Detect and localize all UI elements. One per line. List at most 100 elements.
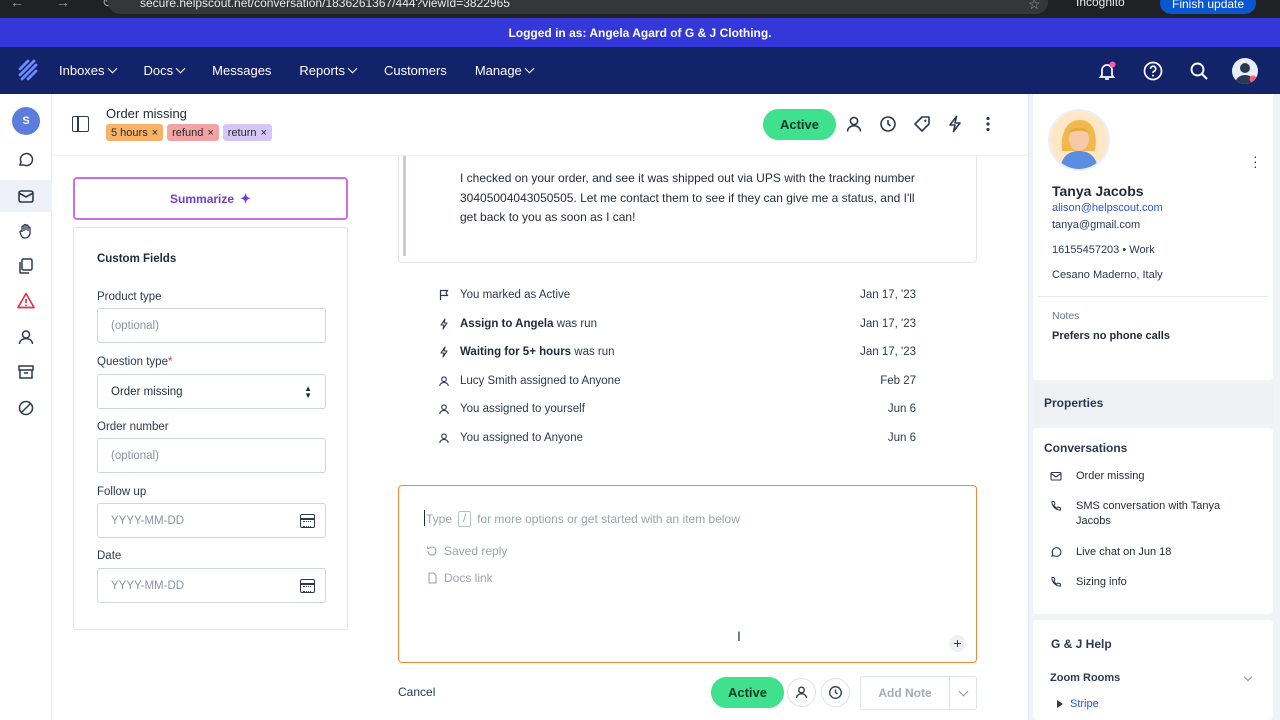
- conversation-link[interactable]: Live chat on Jun 18: [1050, 545, 1236, 560]
- customer-email-secondary[interactable]: tanya@gmail.com: [1052, 219, 1140, 231]
- person-icon[interactable]: [16, 327, 36, 347]
- date-input[interactable]: YYYY-MM-DD: [97, 568, 326, 603]
- help-app-title: G & J Help: [1051, 637, 1112, 651]
- tag-5-hours[interactable]: 5 hours ×: [106, 124, 164, 141]
- assign-button[interactable]: [787, 678, 816, 707]
- add-note-button[interactable]: Add Note: [860, 676, 950, 710]
- chevron-down-icon: [347, 63, 358, 74]
- docs-link-option[interactable]: Docs link: [426, 571, 493, 585]
- nav-inboxes[interactable]: Inboxes: [59, 63, 117, 78]
- phone-icon: [1051, 501, 1061, 511]
- zoom-rooms-header[interactable]: Zoom Rooms: [1050, 672, 1120, 684]
- bell-icon[interactable]: [1096, 60, 1118, 82]
- customer-email-primary[interactable]: alison@helpscout.com: [1052, 202, 1163, 214]
- more-options-icon[interactable]: [978, 114, 998, 134]
- reply-editor[interactable]: Type / for more options or get started wit…: [398, 485, 977, 663]
- hand-icon[interactable]: [16, 221, 36, 241]
- message-card: I checked on your order, and see it was …: [398, 156, 977, 263]
- remove-tag-icon[interactable]: ×: [261, 127, 267, 139]
- calendar-icon[interactable]: [300, 579, 315, 593]
- person-icon: [439, 376, 449, 386]
- stripe-link[interactable]: Stripe: [1057, 698, 1099, 710]
- finish-update-button[interactable]: Finish update: [1160, 0, 1257, 14]
- nav-reports[interactable]: Reports: [299, 63, 358, 78]
- order-number-input[interactable]: (optional): [97, 438, 326, 473]
- activity-row: Lucy Smith assigned to Anyone Feb 27: [438, 367, 916, 396]
- custom-fields-panel: Custom Fields Product type (optional) Qu…: [73, 227, 348, 630]
- editor-placeholder: Type / for more options or get started wit…: [426, 511, 740, 527]
- bolt-icon: [440, 346, 448, 358]
- bolt-icon: [440, 318, 448, 330]
- add-attachment-plus-icon[interactable]: +: [949, 635, 966, 652]
- message-body: I checked on your order, and see it was …: [460, 171, 915, 224]
- help-icon[interactable]: [1142, 60, 1164, 82]
- spam-icon[interactable]: [16, 398, 36, 418]
- conversation-link[interactable]: Sizing info: [1050, 575, 1236, 590]
- snooze-button[interactable]: [821, 678, 850, 707]
- phone-icon: [1051, 577, 1061, 587]
- status-button[interactable]: Active: [763, 109, 836, 140]
- archive-icon[interactable]: [16, 362, 36, 382]
- conversation-link[interactable]: SMS conversation with Tanya Jacobs: [1050, 499, 1236, 529]
- tag-return[interactable]: return ×: [222, 124, 272, 141]
- nav-messages[interactable]: Messages: [212, 63, 271, 78]
- product-type-input[interactable]: (optional): [97, 308, 326, 343]
- summarize-button[interactable]: Summarize ✦: [73, 177, 348, 220]
- nav-manage[interactable]: Manage: [475, 63, 535, 78]
- assign-person-icon[interactable]: [844, 114, 864, 134]
- user-avatar-icon: [1235, 62, 1257, 84]
- sidebar-toggle-icon[interactable]: [72, 116, 89, 132]
- tag-refund[interactable]: refund ×: [167, 124, 219, 141]
- notes-value[interactable]: Prefers no phone calls: [1052, 330, 1170, 342]
- clock-icon[interactable]: [878, 114, 898, 134]
- chat-icon: [1051, 547, 1062, 557]
- conversations-title: Conversations: [1044, 441, 1128, 455]
- helpscout-logo-icon[interactable]: [18, 59, 38, 81]
- add-note-dropdown-icon[interactable]: [949, 676, 977, 710]
- inbox-icon[interactable]: [16, 186, 36, 206]
- properties-title: Properties: [1044, 396, 1104, 410]
- follow-up-date-input[interactable]: YYYY-MM-DD: [97, 503, 326, 538]
- search-icon[interactable]: [1188, 60, 1210, 82]
- chevron-down-icon[interactable]: [1243, 672, 1253, 682]
- nav-right-icons: [1072, 47, 1258, 94]
- activity-date: Jan 17, '23: [860, 317, 916, 330]
- customer-phone: 16155457203 • Work: [1052, 244, 1155, 256]
- document-icon: [428, 572, 437, 584]
- customer-more-icon[interactable]: · · ·: [1253, 149, 1258, 173]
- copy-icon[interactable]: [16, 256, 36, 276]
- chat-icon[interactable]: [16, 150, 36, 170]
- expand-triangle-icon: [1057, 700, 1063, 708]
- question-type-select[interactable]: Order missing ▲ ▼: [97, 374, 326, 409]
- question-type-label: Question type*: [97, 356, 173, 368]
- product-type-label: Product type: [97, 291, 162, 303]
- nav-docs[interactable]: Docs: [144, 63, 186, 78]
- address-bar[interactable]: secure.helpscout.net/conversation/183626…: [108, 0, 1048, 14]
- nav-customers[interactable]: Customers: [384, 63, 447, 78]
- person-icon: [439, 433, 449, 443]
- user-avatar[interactable]: [1232, 57, 1258, 84]
- saved-reply-option[interactable]: Saved reply: [426, 544, 507, 558]
- activity-row: Assign to Angela was run Jan 17, '23: [438, 310, 916, 339]
- status-active-button[interactable]: Active: [711, 677, 784, 708]
- ibeam-cursor-icon: I: [737, 628, 741, 644]
- chevron-down-icon: [175, 63, 186, 74]
- workflow-bolt-icon[interactable]: [945, 114, 965, 134]
- calendar-icon[interactable]: [300, 514, 315, 528]
- remove-tag-icon[interactable]: ×: [152, 127, 158, 139]
- alert-icon[interactable]: [16, 291, 36, 311]
- bookmark-star-icon[interactable]: ☆: [1028, 0, 1041, 13]
- remove-tag-icon[interactable]: ×: [207, 127, 213, 139]
- workspace-badge[interactable]: S: [12, 107, 40, 135]
- properties-section[interactable]: Properties: [1033, 384, 1273, 424]
- conversation-link[interactable]: Order missing: [1050, 469, 1236, 484]
- tag-icon[interactable]: [912, 114, 932, 134]
- browser-toolbar: ← → ↻ secure.helpscout.net/conversation/…: [0, 0, 1280, 18]
- cancel-button[interactable]: Cancel: [398, 685, 435, 699]
- activity-date: Jan 17, '23: [860, 346, 916, 359]
- customer-name: Tanya Jacobs: [1052, 183, 1144, 199]
- activity-date: Feb 27: [880, 374, 916, 387]
- help-app-section: G & J Help Zoom Rooms Stripe: [1033, 620, 1273, 720]
- flag-icon: [439, 290, 449, 301]
- slash-key-hint: /: [458, 511, 472, 527]
